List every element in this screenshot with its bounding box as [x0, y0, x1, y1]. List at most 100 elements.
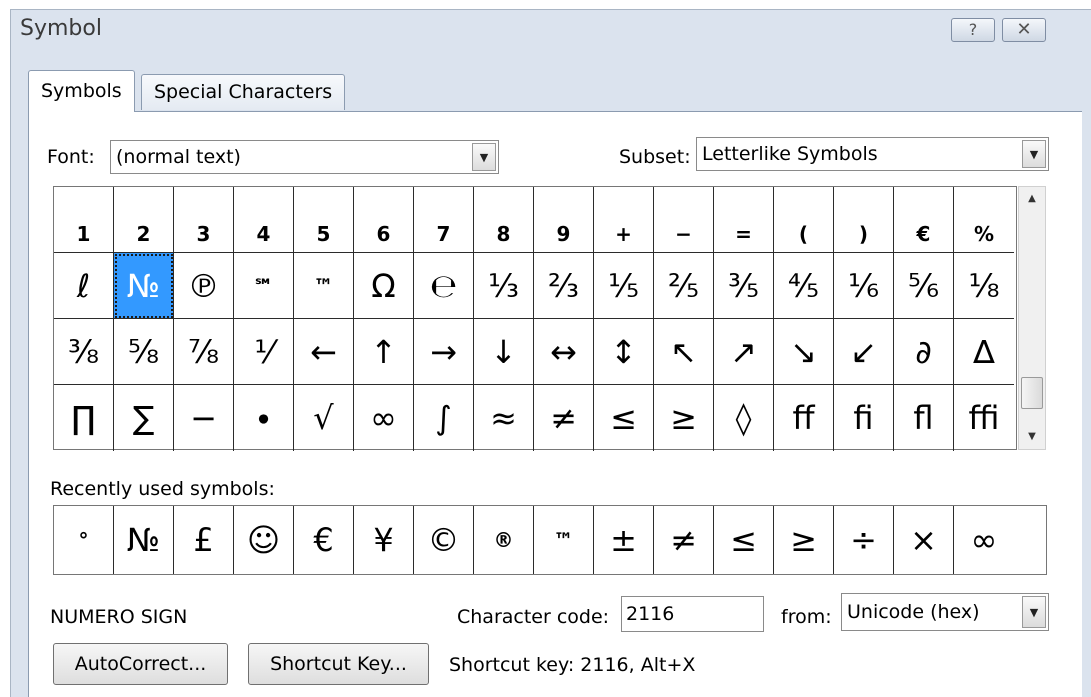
symbol-cell[interactable]: ↑ — [354, 319, 414, 385]
symbol-cell[interactable]: fl — [894, 385, 954, 451]
symbol-cell[interactable]: ⅝ — [114, 319, 174, 385]
symbol-cell[interactable]: ⅗ — [714, 253, 774, 319]
symbol-cell[interactable]: Ω — [354, 253, 414, 319]
font-select[interactable]: (normal text) ▼ — [110, 140, 499, 174]
symbol-cell[interactable]: ↔ — [534, 319, 594, 385]
subset-select-value: Letterlike Symbols — [702, 143, 878, 165]
recent-symbol-cell[interactable]: ° — [54, 506, 114, 574]
symbol-cell[interactable]: ↘ — [774, 319, 834, 385]
symbol-cell[interactable]: ∑ — [114, 385, 174, 451]
recent-symbol-cell[interactable]: ¥ — [354, 506, 414, 574]
symbol-cell[interactable]: 8 — [474, 187, 534, 253]
symbol-cell[interactable]: ⅟ — [234, 319, 294, 385]
symbol-cell[interactable]: √ — [294, 385, 354, 451]
recent-symbol-cell[interactable]: © — [414, 506, 474, 574]
symbol-cell[interactable]: ⅙ — [834, 253, 894, 319]
symbol-cell[interactable]: ∆ — [954, 319, 1014, 385]
symbol-cell[interactable]: ℮ — [414, 253, 474, 319]
chevron-down-icon[interactable]: ▼ — [1022, 140, 1046, 168]
symbol-cell[interactable]: ⅜ — [54, 319, 114, 385]
symbol-cell[interactable]: 2 — [114, 187, 174, 253]
symbol-cell[interactable]: → — [414, 319, 474, 385]
symbol-cell[interactable]: € — [894, 187, 954, 253]
symbol-cell[interactable]: ◊ — [714, 385, 774, 451]
symbol-cell[interactable]: ⅖ — [654, 253, 714, 319]
symbol-grid-scrollbar[interactable]: ▲ ▼ — [1018, 186, 1046, 450]
recent-symbol-cell[interactable]: ≥ — [774, 506, 834, 574]
symbol-cell[interactable]: 7 — [414, 187, 474, 253]
symbol-cell[interactable]: ( — [774, 187, 834, 253]
recent-symbol-cell[interactable]: ® — [474, 506, 534, 574]
tab-special-characters[interactable]: Special Characters — [141, 74, 346, 110]
symbol-cell[interactable]: ℗ — [174, 253, 234, 319]
symbol-cell[interactable]: % — [954, 187, 1014, 253]
symbol-cell[interactable]: ≠ — [534, 385, 594, 451]
symbol-cell[interactable]: ⅚ — [894, 253, 954, 319]
symbol-cell[interactable]: № — [114, 253, 174, 319]
symbol-cell[interactable]: − — [654, 187, 714, 253]
tab-symbols[interactable]: Symbols — [28, 70, 135, 112]
subset-select[interactable]: Letterlike Symbols ▼ — [696, 137, 1049, 171]
symbol-cell[interactable]: ⅕ — [594, 253, 654, 319]
symbol-grid: 1 2 3 4 5 6 7 8 9 + − =() €% ℓ № ℗ ℠ ™ Ω ℮ ⅓ ⅔ ⅕ ⅖ ⅗ ⅘ ⅙ ⅚ ⅛ ⅜ ⅝ ⅞ ⅟ ← ↑ → ↓… — [53, 186, 1017, 451]
symbol-cell[interactable]: ↓ — [474, 319, 534, 385]
recent-symbol-cell[interactable]: ≠ — [654, 506, 714, 574]
character-code-field[interactable] — [621, 596, 764, 632]
symbol-cell[interactable]: ∏ — [54, 385, 114, 451]
from-select[interactable]: Unicode (hex) ▼ — [841, 593, 1049, 631]
recent-symbol-cell[interactable]: ≤ — [714, 506, 774, 574]
symbol-cell[interactable]: = — [714, 187, 774, 253]
recent-symbol-cell[interactable]: ± — [594, 506, 654, 574]
symbol-cell[interactable]: ∫ — [414, 385, 474, 451]
symbol-cell[interactable]: ⅛ — [954, 253, 1014, 319]
character-code-input[interactable] — [626, 603, 756, 625]
symbol-cell[interactable]: 4 — [234, 187, 294, 253]
symbol-cell[interactable]: ↖ — [654, 319, 714, 385]
recent-symbol-cell[interactable]: ÷ — [834, 506, 894, 574]
symbol-cell[interactable]: ≥ — [654, 385, 714, 451]
recent-symbol-cell[interactable]: × — [894, 506, 954, 574]
symbol-cell[interactable]: 5 — [294, 187, 354, 253]
symbol-cell[interactable]: ↗ — [714, 319, 774, 385]
recent-symbol-cell[interactable]: £ — [174, 506, 234, 574]
shortcut-key-button[interactable]: Shortcut Key... — [248, 643, 429, 685]
scroll-up-icon[interactable]: ▲ — [1019, 187, 1045, 211]
recent-symbol-cell[interactable]: ☺ — [234, 506, 294, 574]
help-button[interactable]: ? — [951, 18, 995, 42]
symbol-cell[interactable]: ) — [834, 187, 894, 253]
symbol-cell[interactable]: ↙ — [834, 319, 894, 385]
symbol-cell[interactable]: ∙ — [234, 385, 294, 451]
symbol-cell[interactable]: 3 — [174, 187, 234, 253]
symbol-cell[interactable]: ∂ — [894, 319, 954, 385]
symbol-cell[interactable]: ffi — [954, 385, 1014, 451]
symbol-cell[interactable]: ⅔ — [534, 253, 594, 319]
symbol-cell[interactable]: ∞ — [354, 385, 414, 451]
recent-symbol-cell[interactable]: № — [114, 506, 174, 574]
symbol-cell[interactable]: fi — [834, 385, 894, 451]
recent-symbol-cell[interactable]: ∞ — [954, 506, 1014, 574]
symbol-cell[interactable]: 9 — [534, 187, 594, 253]
chevron-down-icon[interactable]: ▼ — [1022, 596, 1046, 628]
symbol-cell[interactable]: − — [174, 385, 234, 451]
symbol-cell[interactable]: ⅞ — [174, 319, 234, 385]
symbol-cell[interactable]: ≈ — [474, 385, 534, 451]
scroll-thumb[interactable] — [1021, 377, 1043, 409]
symbol-cell[interactable]: ≤ — [594, 385, 654, 451]
symbol-cell[interactable]: ℠ — [234, 253, 294, 319]
symbol-cell[interactable]: + — [594, 187, 654, 253]
symbol-cell[interactable]: ⅓ — [474, 253, 534, 319]
autocorrect-button[interactable]: AutoCorrect... — [53, 643, 228, 685]
recent-symbol-cell[interactable]: € — [294, 506, 354, 574]
recent-symbol-cell[interactable]: ™ — [534, 506, 594, 574]
scroll-down-icon[interactable]: ▼ — [1019, 425, 1045, 449]
symbol-cell[interactable]: ℓ — [54, 253, 114, 319]
chevron-down-icon[interactable]: ▼ — [472, 143, 496, 171]
symbol-cell[interactable]: 1 — [54, 187, 114, 253]
close-button[interactable]: ✕ — [1002, 18, 1046, 42]
symbol-cell[interactable]: ff — [774, 385, 834, 451]
symbol-cell[interactable]: ™ — [294, 253, 354, 319]
symbol-cell[interactable]: ⅘ — [774, 253, 834, 319]
symbol-cell[interactable]: ← — [294, 319, 354, 385]
symbol-cell[interactable]: 6 — [354, 187, 414, 253]
symbol-cell[interactable]: ↕ — [594, 319, 654, 385]
